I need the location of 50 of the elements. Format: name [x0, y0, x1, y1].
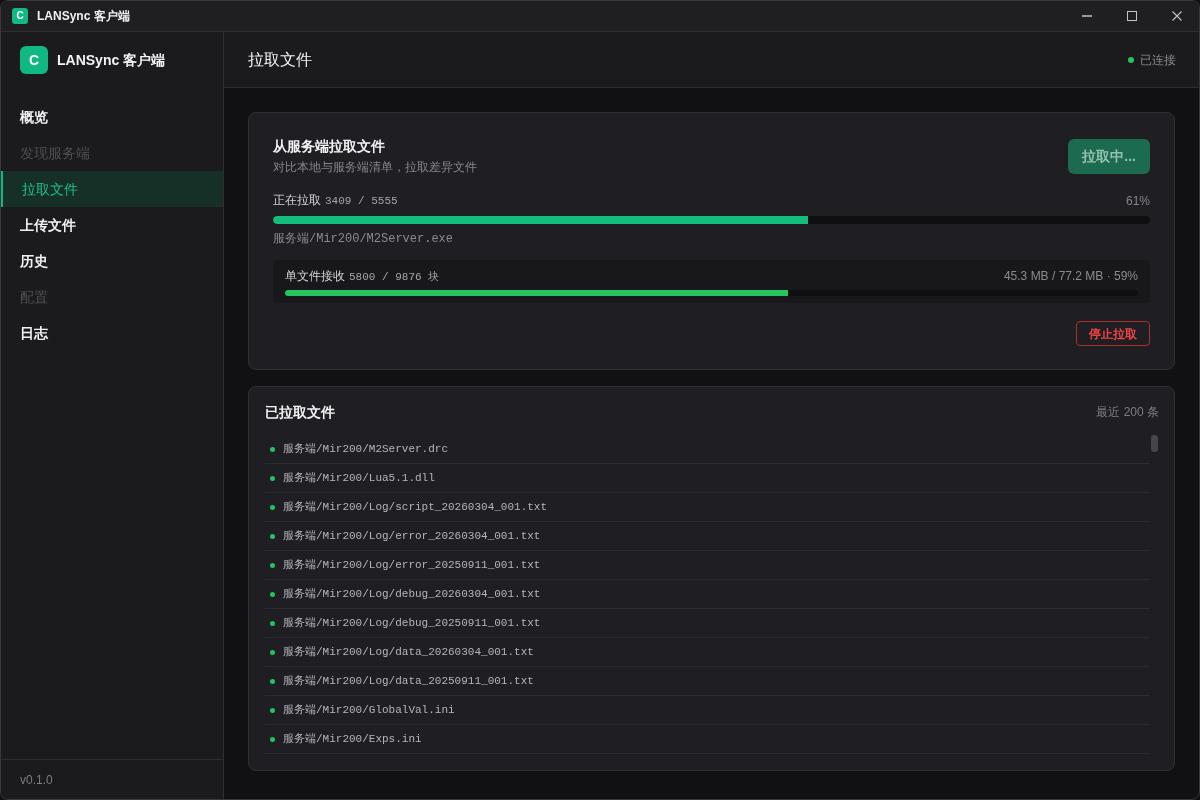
progress-count: 3409 / 5555	[325, 194, 398, 209]
maximize-icon	[1126, 11, 1137, 21]
file-path: 服务端/Mir200/Log/debug_20250911_001.txt	[283, 615, 541, 631]
card-subtitle: 对比本地与服务端清单，拉取差异文件	[273, 159, 477, 176]
file-path: 服务端/Mir200/Log/script_20260304_001.txt	[283, 499, 548, 515]
sidebar-item[interactable]: 历史	[1, 243, 223, 279]
app-name: LANSync 客户端	[57, 50, 166, 70]
status-dot-icon	[270, 591, 275, 597]
status-dot-icon	[270, 533, 275, 539]
sidebar-item[interactable]: 上传文件	[1, 207, 223, 243]
close-icon	[1171, 11, 1182, 21]
file-path: 服务端/Mir200/Lua5.1.dll	[283, 470, 435, 486]
card-title: 已拉取文件	[265, 403, 335, 422]
progress-label: 正在拉取	[273, 192, 321, 209]
progress-detail: 45.3 MB / 77.2 MB · 59%	[1003, 267, 1138, 285]
sidebar-item[interactable]: 拉取文件	[1, 171, 223, 207]
file-path: 服务端/Mir200/Log/data_20260304_001.txt	[283, 644, 534, 660]
status-dot-icon	[270, 736, 275, 742]
status-dot-icon	[270, 504, 275, 510]
file-path: 服务端/Mir200/Log/error_20260304_001.txt	[283, 528, 541, 544]
progress-count: 5800 / 9876 块	[349, 269, 440, 285]
progress-label: 单文件接收	[285, 267, 345, 285]
sidebar-item[interactable]: 概览	[1, 99, 223, 135]
status-label: 已连接	[1140, 51, 1176, 69]
file-path: 服务端/Mir200/Exps.ini	[283, 731, 422, 747]
file-path: 服务端/Mir200/M2Server.drc	[283, 441, 449, 457]
status-dot-icon	[270, 446, 275, 452]
scrollbar-thumb[interactable]	[1151, 435, 1158, 452]
status-dot-icon	[270, 475, 275, 481]
file-path: 服务端/Mir200/Log/data_20250911_001.txt	[283, 673, 534, 689]
status-dot-icon	[270, 707, 275, 713]
page-title: 拉取文件	[248, 49, 312, 70]
file-path: 服务端/Mir200/Log/error_20250911_001.txt	[283, 557, 541, 573]
status-dot-icon	[270, 678, 275, 684]
file-path: 服务端/Mir200/GlobalVal.ini	[283, 702, 455, 718]
window-title: LANSync 客户端	[37, 8, 130, 25]
app-logo: C	[20, 46, 48, 74]
status-dot-icon	[270, 649, 275, 655]
card-title: 从服务端拉取文件	[273, 137, 386, 156]
status-dot-icon	[270, 562, 275, 568]
version-label: v0.1.0	[20, 771, 53, 789]
progress-percent: 61%	[1125, 192, 1150, 210]
file-path: 服务端/Mir200/Log/debug_20260304_001.txt	[283, 586, 541, 602]
sidebar-item[interactable]: 日志	[1, 315, 223, 351]
count-label: 最近 200 条	[1096, 404, 1159, 421]
current-file-path: 服务端/Mir200/M2Server.exe	[273, 230, 455, 248]
app-logo: C	[12, 8, 28, 24]
minimize-icon	[1081, 15, 1092, 17]
stop-button[interactable]: 停止拉取	[1076, 321, 1150, 346]
status-dot-icon	[270, 620, 275, 626]
